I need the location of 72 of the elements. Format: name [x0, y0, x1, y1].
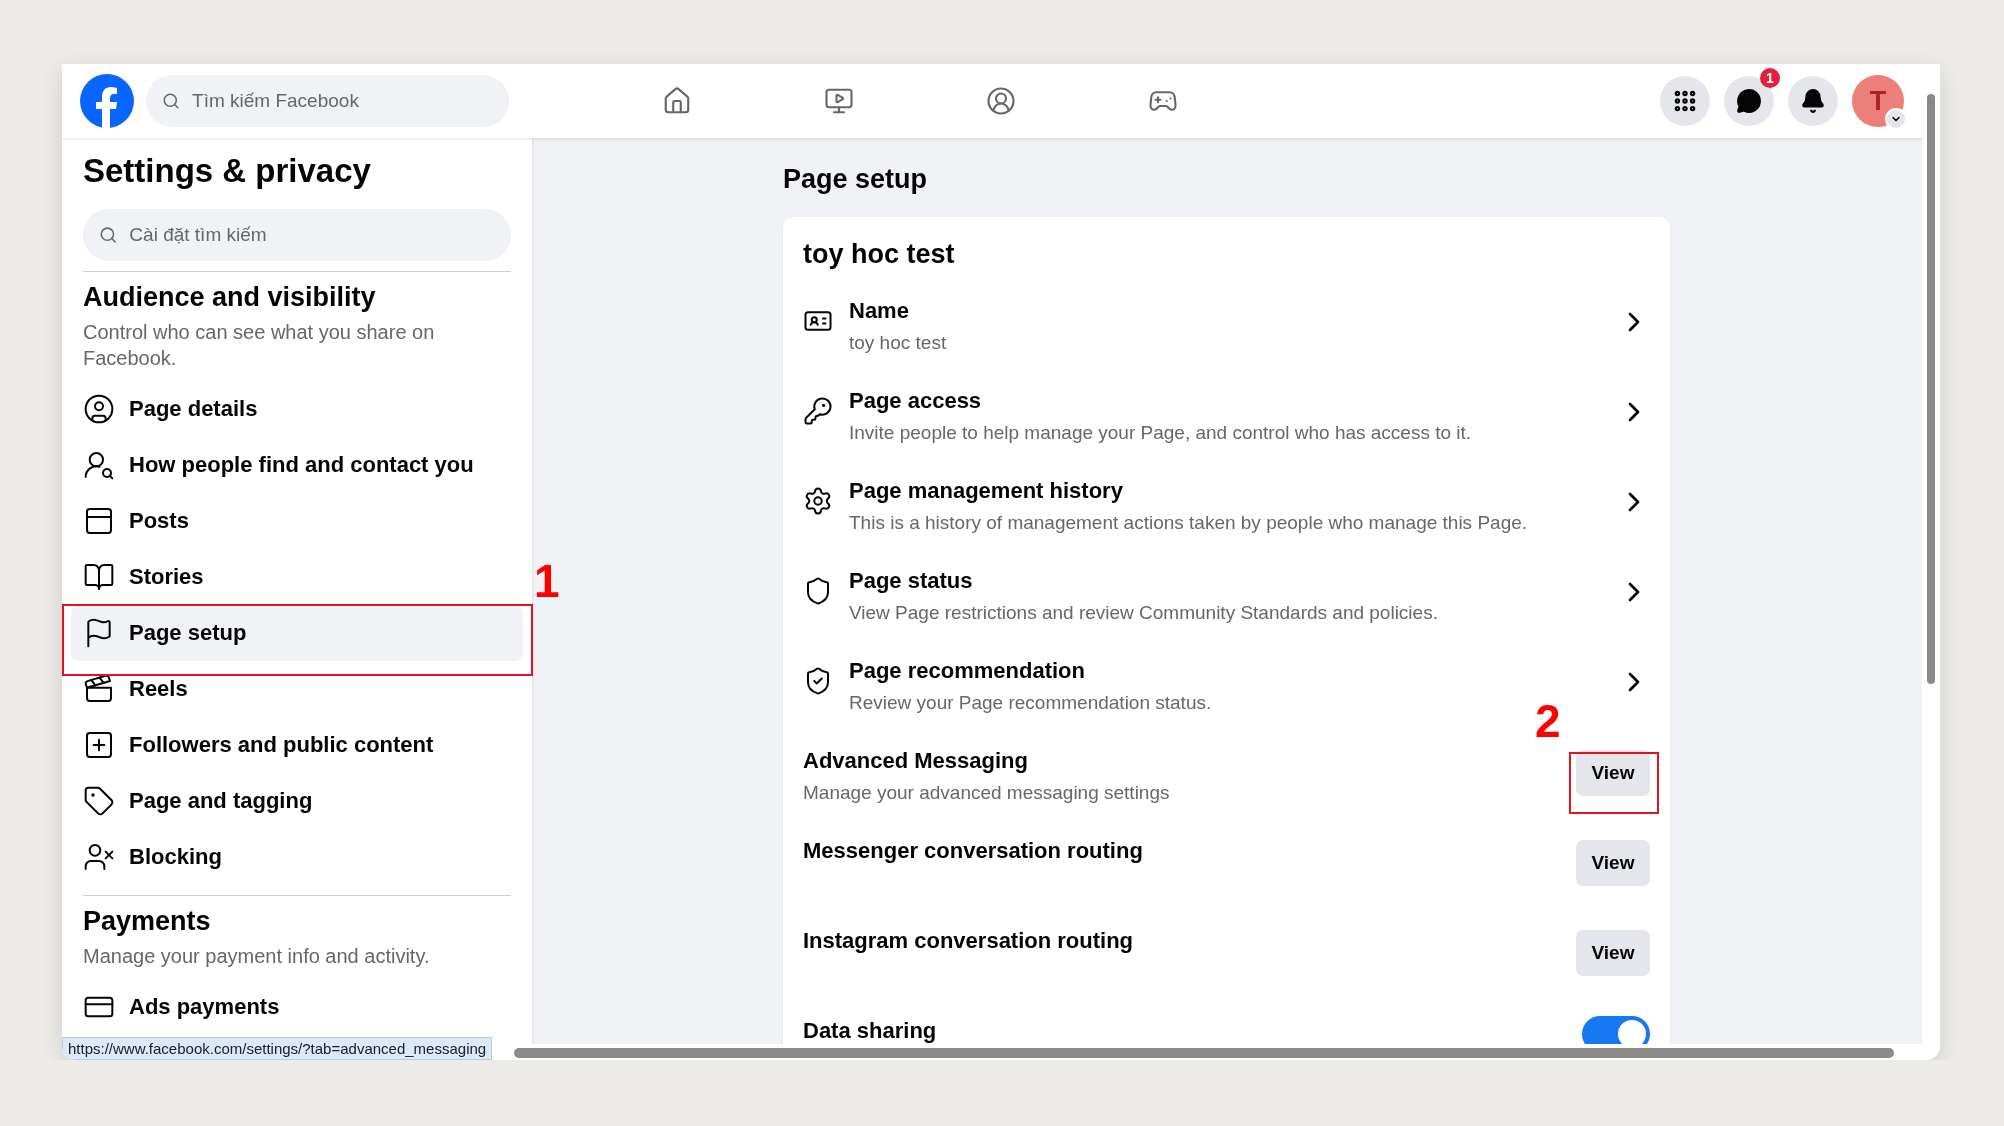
section-description: Manage your payment info and activity.	[83, 944, 431, 969]
row-title: Page recommendation	[849, 658, 1086, 684]
row-description: View Page restrictions and review Community Standards and policies.	[849, 602, 1439, 624]
sidebar-item[interactable]: Page setup	[71, 605, 523, 661]
film-icon	[83, 673, 115, 705]
posts-icon	[83, 505, 115, 537]
sidebar-item-label: Followers and public content	[129, 732, 434, 758]
bell-icon	[1800, 88, 1826, 114]
view-button[interactable]: View	[1576, 750, 1650, 796]
person-search-icon	[83, 449, 115, 481]
grid-icon	[1672, 88, 1698, 114]
sidebar-item-label: Ads payments	[129, 994, 280, 1020]
row-title: Messenger conversation routing	[803, 838, 1144, 864]
sidebar-item[interactable]: Followers and public content	[71, 717, 523, 773]
sidebar-item[interactable]: Blocking	[71, 829, 523, 885]
sidebar-title: Settings & privacy	[83, 152, 372, 190]
sidebar-item[interactable]: How people find and contact you	[71, 437, 523, 493]
sidebar-item-label: Stories	[129, 564, 204, 590]
row-description: toy hoc test	[849, 332, 948, 354]
gear-icon	[803, 486, 833, 516]
row-description: Invite people to help manage your Page, and control who has access to it.	[849, 422, 1473, 444]
sidebar-item-label: Page and tagging	[129, 788, 313, 814]
row-title: Data sharing	[803, 1018, 938, 1044]
status-url: https://www.facebook.com/settings/?tab=advanced_messaging	[62, 1037, 493, 1060]
row-description: Manage your advanced messaging settings	[803, 782, 1171, 804]
row-title: Page access	[849, 388, 983, 414]
sidebar-item[interactable]: Reels	[71, 661, 523, 717]
row-description: Review your Page recommendation status.	[849, 692, 1213, 714]
row-title: Instagram conversation routing	[803, 928, 1135, 954]
notification-badge: 1	[1760, 68, 1780, 88]
row-title: Advanced Messaging	[803, 748, 1029, 774]
plus-square-icon	[83, 729, 115, 761]
row-description: This is a history of management actions taken by people who manage this Page.	[849, 512, 1529, 534]
person-circle-icon	[83, 393, 115, 425]
sidebar-item[interactable]: Stories	[71, 549, 523, 605]
sidebar-item[interactable]: Page and tagging	[71, 773, 523, 829]
row-title: Page status	[849, 568, 974, 594]
person-block-icon	[83, 841, 115, 873]
search-input[interactable]: Tìm kiếm Facebook	[190, 89, 493, 113]
sidebar-item-label: Reels	[129, 676, 188, 702]
sidebar-item[interactable]: Ads payments	[71, 979, 523, 1035]
section-heading: Audience and visibility	[83, 282, 377, 313]
toggle-switch[interactable]	[1582, 1016, 1650, 1044]
search-icon	[99, 225, 118, 245]
sidebar-item[interactable]: Page details	[71, 381, 523, 437]
notifications-button[interactable]	[1788, 76, 1838, 126]
key-icon	[803, 396, 833, 426]
page-title: Page setup	[783, 164, 929, 195]
settings-search-input[interactable]: Cài đặt tìm kiếm	[127, 223, 495, 247]
step-number: 2	[1535, 694, 1561, 748]
sidebar-item-label: Page details	[129, 396, 258, 422]
row-title: Page management history	[849, 478, 1124, 504]
view-button[interactable]: View	[1576, 840, 1650, 886]
section-heading: Payments	[83, 906, 212, 937]
view-button[interactable]: View	[1576, 930, 1650, 976]
settings-search-field[interactable]: Cài đặt tìm kiếm	[83, 209, 511, 261]
tag-icon	[83, 785, 115, 817]
sidebar-item-label: Posts	[129, 508, 189, 534]
row-title: Name	[849, 298, 910, 324]
sidebar-item-label: How people find and contact you	[129, 452, 474, 478]
step-number: 1	[534, 554, 560, 608]
search-icon	[162, 91, 181, 111]
book-icon	[83, 561, 115, 593]
section-description: Control who can see what you share on Facebook.	[83, 320, 436, 371]
sidebar-item-label: Page setup	[129, 620, 247, 646]
search-field[interactable]: Tìm kiếm Facebook	[146, 75, 509, 127]
facebook-logo[interactable]	[80, 74, 134, 128]
card-heading: toy hoc test	[803, 239, 956, 270]
chat-bubble-icon	[1736, 88, 1762, 114]
sidebar-item-label: Blocking	[129, 844, 222, 870]
sidebar-item[interactable]: Posts	[71, 493, 523, 549]
menu-grid-button[interactable]	[1660, 76, 1710, 126]
